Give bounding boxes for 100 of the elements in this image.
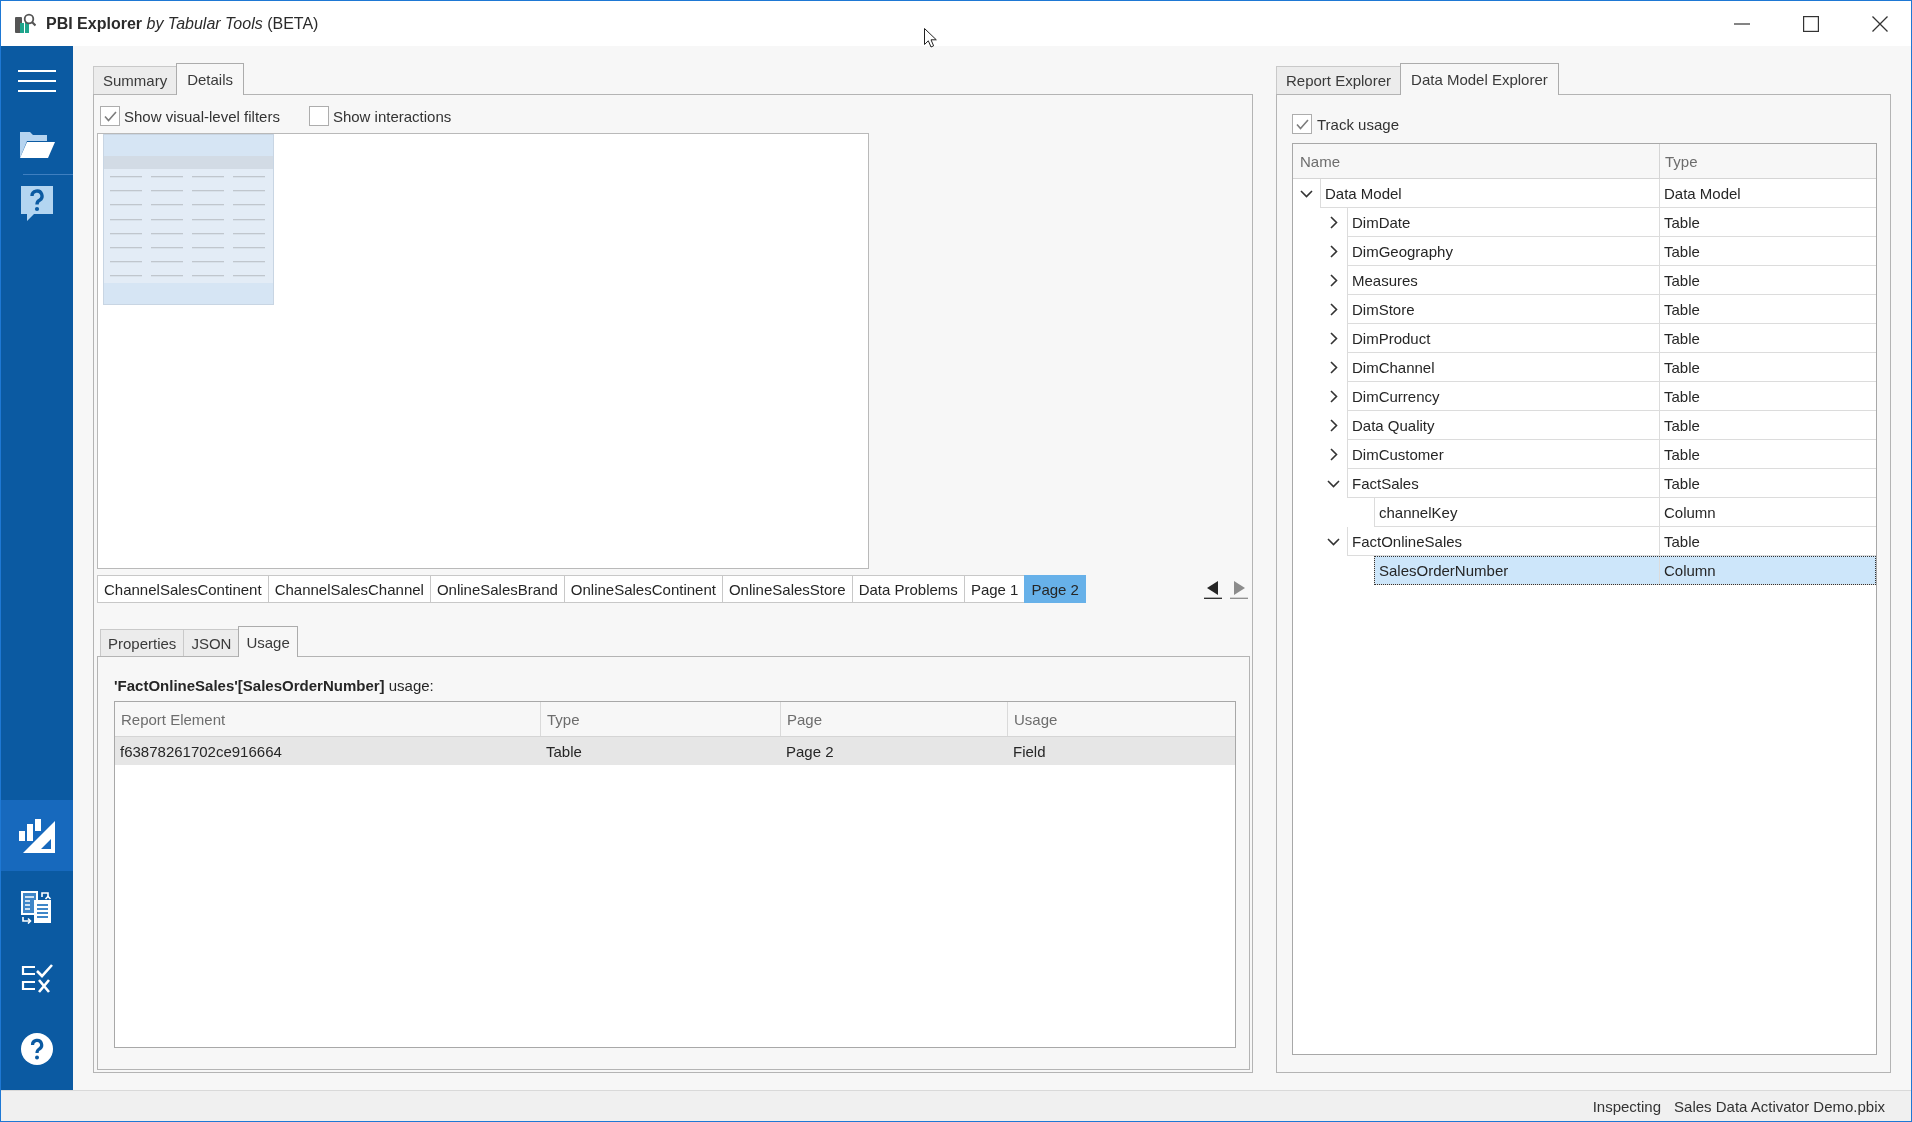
tree-node-type: Table [1659, 469, 1876, 497]
tab[interactable]: Details [176, 63, 245, 95]
triangle-left-icon [1204, 579, 1222, 599]
tree-node-type: Table [1659, 527, 1876, 555]
tree-node-type: Table [1659, 295, 1876, 323]
table-cell-text: f63878261702ce916664 [119, 741, 283, 762]
tree-row[interactable]: DimGeography Table [1347, 237, 1876, 266]
tree-row[interactable]: Measures Table [1347, 266, 1876, 295]
folder-icon [19, 131, 55, 159]
tree-node-name: Measures [1347, 266, 1659, 294]
usage-row[interactable]: f63878261702ce916664 Table Page 2 Field [115, 737, 1235, 765]
tree-node-type: Table [1659, 411, 1876, 439]
tree-node-name: DimStore [1347, 295, 1659, 323]
tree-node-type: Table [1659, 440, 1876, 468]
checklist-icon [21, 962, 53, 993]
tree-row[interactable]: DimChannel Table [1347, 353, 1876, 382]
checkbox-label[interactable]: Show interactions [332, 107, 452, 125]
table-cell-text: Page 2 [785, 741, 835, 762]
tree-node-name: DimDate [1347, 208, 1659, 236]
window-title: PBI Explorer by Tabular Tools (BETA) [46, 14, 319, 33]
status-text: Inspecting [1592, 1097, 1662, 1115]
close-icon [1871, 15, 1888, 32]
menu-icon [18, 70, 56, 92]
tree-row[interactable]: DimCustomer Table [1347, 440, 1876, 469]
question-bubble-icon [21, 186, 53, 222]
chevron-right-icon[interactable] [1329, 303, 1338, 316]
checkmark-icon [103, 110, 117, 122]
chevron-right-icon[interactable] [1329, 448, 1338, 461]
chevron-right-icon[interactable] [1329, 419, 1338, 432]
tree-node-type: Table [1659, 266, 1876, 294]
checkbox[interactable] [100, 106, 120, 126]
chevron-right-icon[interactable] [1329, 332, 1338, 345]
documents-arrows-icon [20, 889, 54, 924]
tree-node-name: channelKey [1374, 498, 1659, 526]
tree-row[interactable]: DimCurrency Table [1347, 382, 1876, 411]
tree-node-name: Data Quality [1347, 411, 1659, 439]
tab[interactable]: JSON [183, 629, 240, 656]
page-tab[interactable]: ChannelSalesChannel [267, 575, 431, 603]
tree-row[interactable]: FactSales Table [1347, 469, 1876, 498]
tree-node-name: FactSales [1347, 469, 1659, 497]
page-tab[interactable]: ChannelSalesContinent [97, 575, 269, 603]
tree-node-name: DimCurrency [1347, 382, 1659, 410]
column-header[interactable]: Type [1659, 144, 1876, 178]
tree-row[interactable]: DimStore Table [1347, 295, 1876, 324]
chevron-down-icon[interactable] [1327, 537, 1340, 546]
tree-node-name: Data Model [1320, 179, 1659, 207]
status-text: Sales Data Activator Demo.pbix [1674, 1097, 1885, 1115]
page-tab[interactable]: Page 1 [963, 575, 1026, 603]
page-tab[interactable]: Page 2 [1024, 575, 1086, 603]
column-header[interactable]: Page [781, 702, 1008, 736]
chevron-right-icon[interactable] [1329, 274, 1338, 287]
page-tab[interactable]: OnlineSalesStore [721, 575, 853, 603]
tree-row[interactable]: Data Model Data Model [1320, 179, 1876, 208]
report-button[interactable] [1, 800, 73, 871]
checkbox[interactable] [1292, 114, 1312, 134]
tree-row[interactable]: DimProduct Table [1347, 324, 1876, 353]
app-logo-icon [15, 13, 36, 34]
table-cell-text: Field [1012, 741, 1047, 762]
tree-node-type: Table [1659, 324, 1876, 352]
tree-node-type: Table [1659, 208, 1876, 236]
tree-node-name: SalesOrderNumber [1374, 556, 1659, 584]
tree-row[interactable]: DimDate Table [1347, 208, 1876, 237]
tab[interactable]: Summary [93, 66, 178, 94]
column-header[interactable]: Type [541, 702, 781, 736]
checkbox-label[interactable]: Show visual-level filters [124, 107, 280, 125]
tab[interactable]: Usage [238, 626, 298, 657]
tree-node-type: Data Model [1659, 179, 1876, 207]
tree-node-name: DimGeography [1347, 237, 1659, 265]
previous-page-button[interactable] [1203, 578, 1223, 600]
checkmark-icon [1295, 118, 1309, 130]
column-header[interactable]: Name [1293, 144, 1659, 178]
checkbox-label[interactable]: Track usage [1317, 115, 1399, 133]
page-tab[interactable]: Data Problems [851, 575, 965, 603]
page-tab[interactable]: OnlineSalesBrand [429, 575, 565, 603]
chevron-right-icon[interactable] [1329, 245, 1338, 258]
chart-ruler-icon [19, 818, 55, 853]
tree-row[interactable]: channelKey Column [1374, 498, 1876, 527]
tree-node-type: Table [1659, 382, 1876, 410]
chevron-right-icon[interactable] [1329, 361, 1338, 374]
tree-node-type: Table [1659, 353, 1876, 381]
chevron-down-icon[interactable] [1300, 189, 1313, 198]
tree-row[interactable]: SalesOrderNumber Column [1374, 556, 1876, 585]
tab[interactable]: Report Explorer [1276, 66, 1402, 94]
tree-node-type: Column [1659, 556, 1876, 584]
tab[interactable]: Properties [100, 629, 185, 656]
tree-node-name: DimCustomer [1347, 440, 1659, 468]
chevron-right-icon[interactable] [1329, 216, 1338, 229]
chevron-down-icon[interactable] [1327, 479, 1340, 488]
usage-heading: 'FactOnlineSales'[SalesOrderNumber] usage: [114, 677, 435, 695]
tree-node-name: DimProduct [1347, 324, 1659, 352]
checkbox[interactable] [308, 106, 329, 126]
column-header[interactable]: Report Element [115, 702, 541, 736]
tab[interactable]: Data Model Explorer [1400, 63, 1559, 95]
page-tab[interactable]: OnlineSalesContinent [563, 575, 723, 603]
table-cell-text: Table [545, 741, 583, 762]
tree-row[interactable]: Data Quality Table [1347, 411, 1876, 440]
minimize-icon [1733, 22, 1750, 25]
chevron-right-icon[interactable] [1329, 390, 1338, 403]
tree-node-name: DimChannel [1347, 353, 1659, 381]
column-header[interactable]: Usage [1008, 702, 1235, 736]
